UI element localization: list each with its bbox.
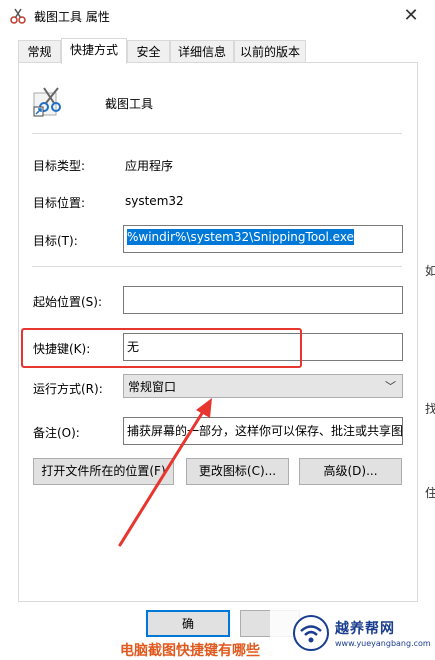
- ok-button[interactable]: 确: [146, 610, 230, 637]
- watermark-url: www.yueyangbang.com: [335, 639, 431, 648]
- watermark-title: 越养帮网: [335, 621, 395, 637]
- wifi-logo-icon: [293, 615, 329, 651]
- background-article-title: 电脑截图快捷键有哪些: [120, 643, 260, 659]
- tab-shortcut[interactable]: 快捷方式: [61, 38, 127, 64]
- annotation-arrow: [118, 398, 212, 547]
